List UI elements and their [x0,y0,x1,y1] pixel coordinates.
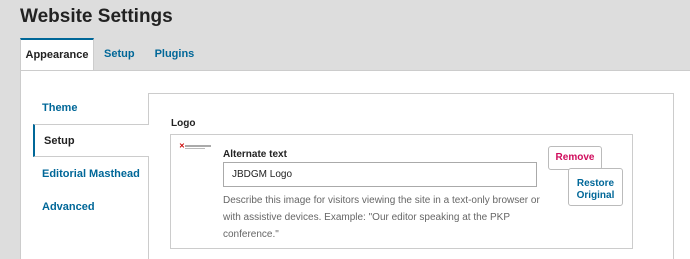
sidenav-item-theme[interactable]: Theme [33,91,149,124]
alt-text-label: Alternate text [223,149,287,160]
main-tabs: Appearance Setup Plugins [20,38,204,70]
tab-setup[interactable]: Setup [94,38,145,70]
alt-text-input[interactable] [223,162,537,187]
appearance-panel: Theme Setup Editorial Masthead Advanced … [20,70,690,259]
sidenav-item-setup[interactable]: Setup [33,124,149,157]
restore-original-button[interactable]: Restore Original [568,168,623,206]
logo-mark-icon: ✕ [179,143,185,150]
sidenav-item-advanced[interactable]: Advanced [33,190,149,223]
logo-upload-box: ✕ Alternate text Describe this image for… [170,134,633,249]
setup-content: Logo ✕ Alternate text Describe this imag… [148,93,674,259]
alt-text-description: Describe this image for visitors viewing… [223,195,540,240]
page-title: Website Settings [20,6,173,27]
logo-thumbnail: ✕ [179,143,213,151]
tab-plugins[interactable]: Plugins [145,38,205,70]
logo-label: Logo [171,118,196,129]
side-nav: Theme Setup Editorial Masthead Advanced [33,91,149,223]
tab-appearance[interactable]: Appearance [20,38,94,70]
remove-button[interactable]: Remove [548,146,602,170]
sidenav-item-editorial-masthead[interactable]: Editorial Masthead [33,157,149,190]
